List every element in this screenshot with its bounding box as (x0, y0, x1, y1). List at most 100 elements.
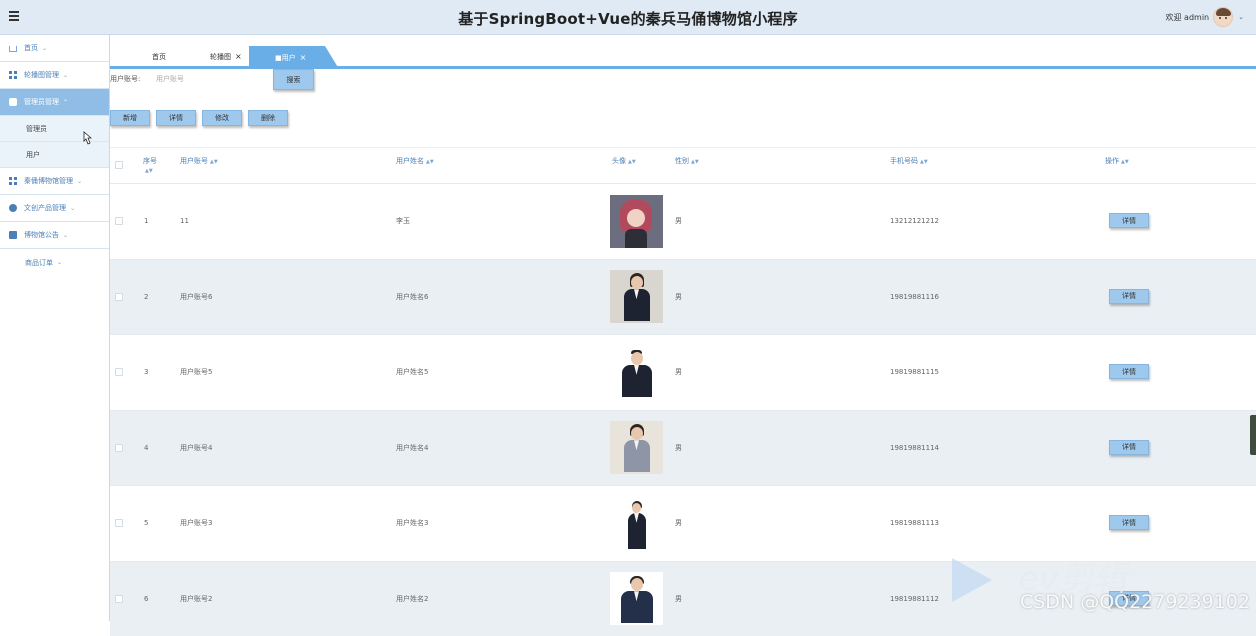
row-checkbox[interactable] (115, 368, 123, 376)
row-detail-button[interactable]: 详情 (1109, 289, 1149, 304)
sidebar-item-orders[interactable]: 商品订单 ⌄ (0, 249, 109, 276)
detail-button[interactable]: 详情 (156, 110, 196, 126)
chevron-down-icon: ⌄ (42, 45, 47, 52)
sidebar-subitem-user[interactable]: 用户 (0, 142, 109, 168)
add-button[interactable]: 新增 (110, 110, 150, 126)
tab-label: 首页 (152, 52, 166, 62)
grid-icon (9, 177, 17, 185)
row-checkbox[interactable] (115, 444, 123, 452)
cell-gender: 男 (675, 335, 682, 410)
chevron-down-icon: ⌄ (57, 259, 62, 266)
table-row[interactable]: 2 用户账号6 用户姓名6 男 19819881116 详情 (110, 259, 1256, 335)
top-header: 基于SpringBoot+Vue的秦兵马俑博物馆小程序 欢迎 admin ⌄ (0, 0, 1256, 35)
cell-account: 用户账号6 (180, 260, 212, 335)
cell-account: 用户账号2 (180, 562, 212, 636)
ev-logo-icon (952, 558, 992, 606)
grid-icon (9, 71, 17, 79)
row-detail-button[interactable]: 详情 (1109, 364, 1149, 379)
sidebar-item-admin[interactable]: 管理员管理 ⌃ (0, 89, 109, 116)
table-row[interactable]: 5 用户账号3 用户姓名3 男 19819881113 详情 (110, 485, 1256, 561)
column-header-avatar[interactable]: 头像▲▼ (612, 156, 636, 166)
cell-account: 用户账号3 (180, 486, 212, 561)
cell-index: 1 (144, 184, 148, 259)
row-detail-button[interactable]: 详情 (1109, 515, 1149, 530)
avatar-image (610, 346, 663, 399)
row-detail-button[interactable]: 详情 (1109, 440, 1149, 455)
avatar[interactable] (1213, 7, 1233, 27)
cell-name: 用户姓名3 (396, 486, 428, 561)
cell-gender: 男 (675, 562, 682, 636)
avatar-image (610, 497, 663, 550)
sidebar-item-label: 商品订单 (25, 258, 53, 268)
cell-name: 用户姓名4 (396, 411, 428, 486)
close-icon[interactable]: × (235, 52, 242, 61)
tab-carousel[interactable]: 轮播图 × (210, 46, 242, 67)
column-header-phone[interactable]: 手机号码▲▼ (890, 156, 928, 166)
column-header-name[interactable]: 用户姓名▲▼ (396, 156, 434, 166)
sidebar-item-label: 管理员管理 (24, 97, 59, 107)
cell-index: 4 (144, 411, 148, 486)
sidebar-subitem-admin[interactable]: 管理员 (0, 116, 109, 142)
row-checkbox[interactable] (115, 519, 123, 527)
cell-name: 用户姓名2 (396, 562, 428, 636)
scrollbar-handle[interactable] (1250, 415, 1256, 455)
sidebar-item-notice[interactable]: 博物馆公告 ⌄ (0, 222, 109, 249)
sort-icon[interactable]: ▲▼ (628, 159, 636, 165)
cell-name: 李玉 (396, 184, 410, 259)
avatar-image (610, 195, 663, 248)
row-checkbox[interactable] (115, 293, 123, 301)
column-label: 手机号码 (890, 157, 918, 165)
sort-icon[interactable]: ▲▼ (210, 159, 218, 165)
chevron-down-icon: ⌄ (63, 72, 68, 79)
select-all-checkbox[interactable] (115, 161, 123, 169)
cell-account: 11 (180, 184, 189, 259)
row-checkbox[interactable] (115, 217, 123, 225)
delete-button[interactable]: 删除 (248, 110, 288, 126)
table-row[interactable]: 3 用户账号5 用户姓名5 男 19819881115 详情 (110, 334, 1256, 410)
chevron-down-icon[interactable]: ⌄ (1238, 13, 1244, 21)
column-header-account[interactable]: 用户账号▲▼ (180, 156, 218, 166)
avatar-image (610, 572, 663, 625)
column-label: 操作 (1105, 157, 1119, 165)
cell-phone: 19819881113 (890, 486, 939, 561)
sidebar-item-label: 轮播图管理 (24, 70, 59, 80)
edit-button[interactable]: 修改 (202, 110, 242, 126)
sort-icon[interactable]: ▲▼ (426, 159, 434, 165)
sort-icon[interactable]: ▲▼ (691, 159, 699, 165)
row-detail-button[interactable]: 详情 (1109, 213, 1149, 228)
search-label: 用户账号: (110, 74, 140, 84)
column-header-gender[interactable]: 性别▲▼ (675, 156, 699, 166)
sidebar-item-carousel[interactable]: 轮播图管理 ⌄ (0, 62, 109, 89)
search-input[interactable] (150, 70, 260, 88)
row-checkbox[interactable] (115, 595, 123, 603)
database-icon (9, 98, 17, 106)
tab-home[interactable]: 首页 (152, 46, 166, 67)
cell-phone: 19819881114 (890, 411, 939, 486)
sidebar-item-museum[interactable]: 秦俑博物馆管理 ⌄ (0, 168, 109, 195)
tab-bar: 首页 轮播图 × ■用户 × (110, 35, 1256, 69)
cell-index: 2 (144, 260, 148, 335)
welcome-text: 欢迎 admin (1166, 12, 1210, 23)
circle-icon (9, 204, 17, 212)
chevron-down-icon: ⌄ (63, 232, 68, 239)
sort-icon[interactable]: ▲▼ (920, 159, 928, 165)
cell-phone: 19819881115 (890, 335, 939, 410)
sidebar-item-label: 秦俑博物馆管理 (24, 176, 73, 186)
box-icon (9, 231, 17, 239)
cell-gender: 男 (675, 486, 682, 561)
column-label: 用户姓名 (396, 157, 424, 165)
user-menu[interactable]: 欢迎 admin ⌄ (1166, 5, 1244, 29)
close-icon[interactable]: × (300, 53, 307, 62)
column-header-index[interactable]: 序号▲▼ (143, 156, 157, 174)
cell-phone: 19819881112 (890, 562, 939, 636)
sidebar-item-products[interactable]: 文创产品管理 ⌄ (0, 195, 109, 222)
chevron-up-icon: ⌃ (63, 99, 68, 106)
table-row[interactable]: 1 11 李玉 男 13212121212 详情 (110, 183, 1256, 259)
cell-phone: 13212121212 (890, 184, 939, 259)
table-row[interactable]: 4 用户账号4 用户姓名4 男 19819881114 详情 (110, 410, 1256, 486)
search-button[interactable]: 搜索 (273, 69, 314, 90)
sort-icon[interactable]: ▲▼ (1121, 159, 1129, 165)
cell-index: 6 (144, 562, 148, 636)
sidebar-item-home[interactable]: 首页 ⌄ (0, 35, 109, 62)
sort-icon[interactable]: ▲▼ (145, 168, 153, 174)
